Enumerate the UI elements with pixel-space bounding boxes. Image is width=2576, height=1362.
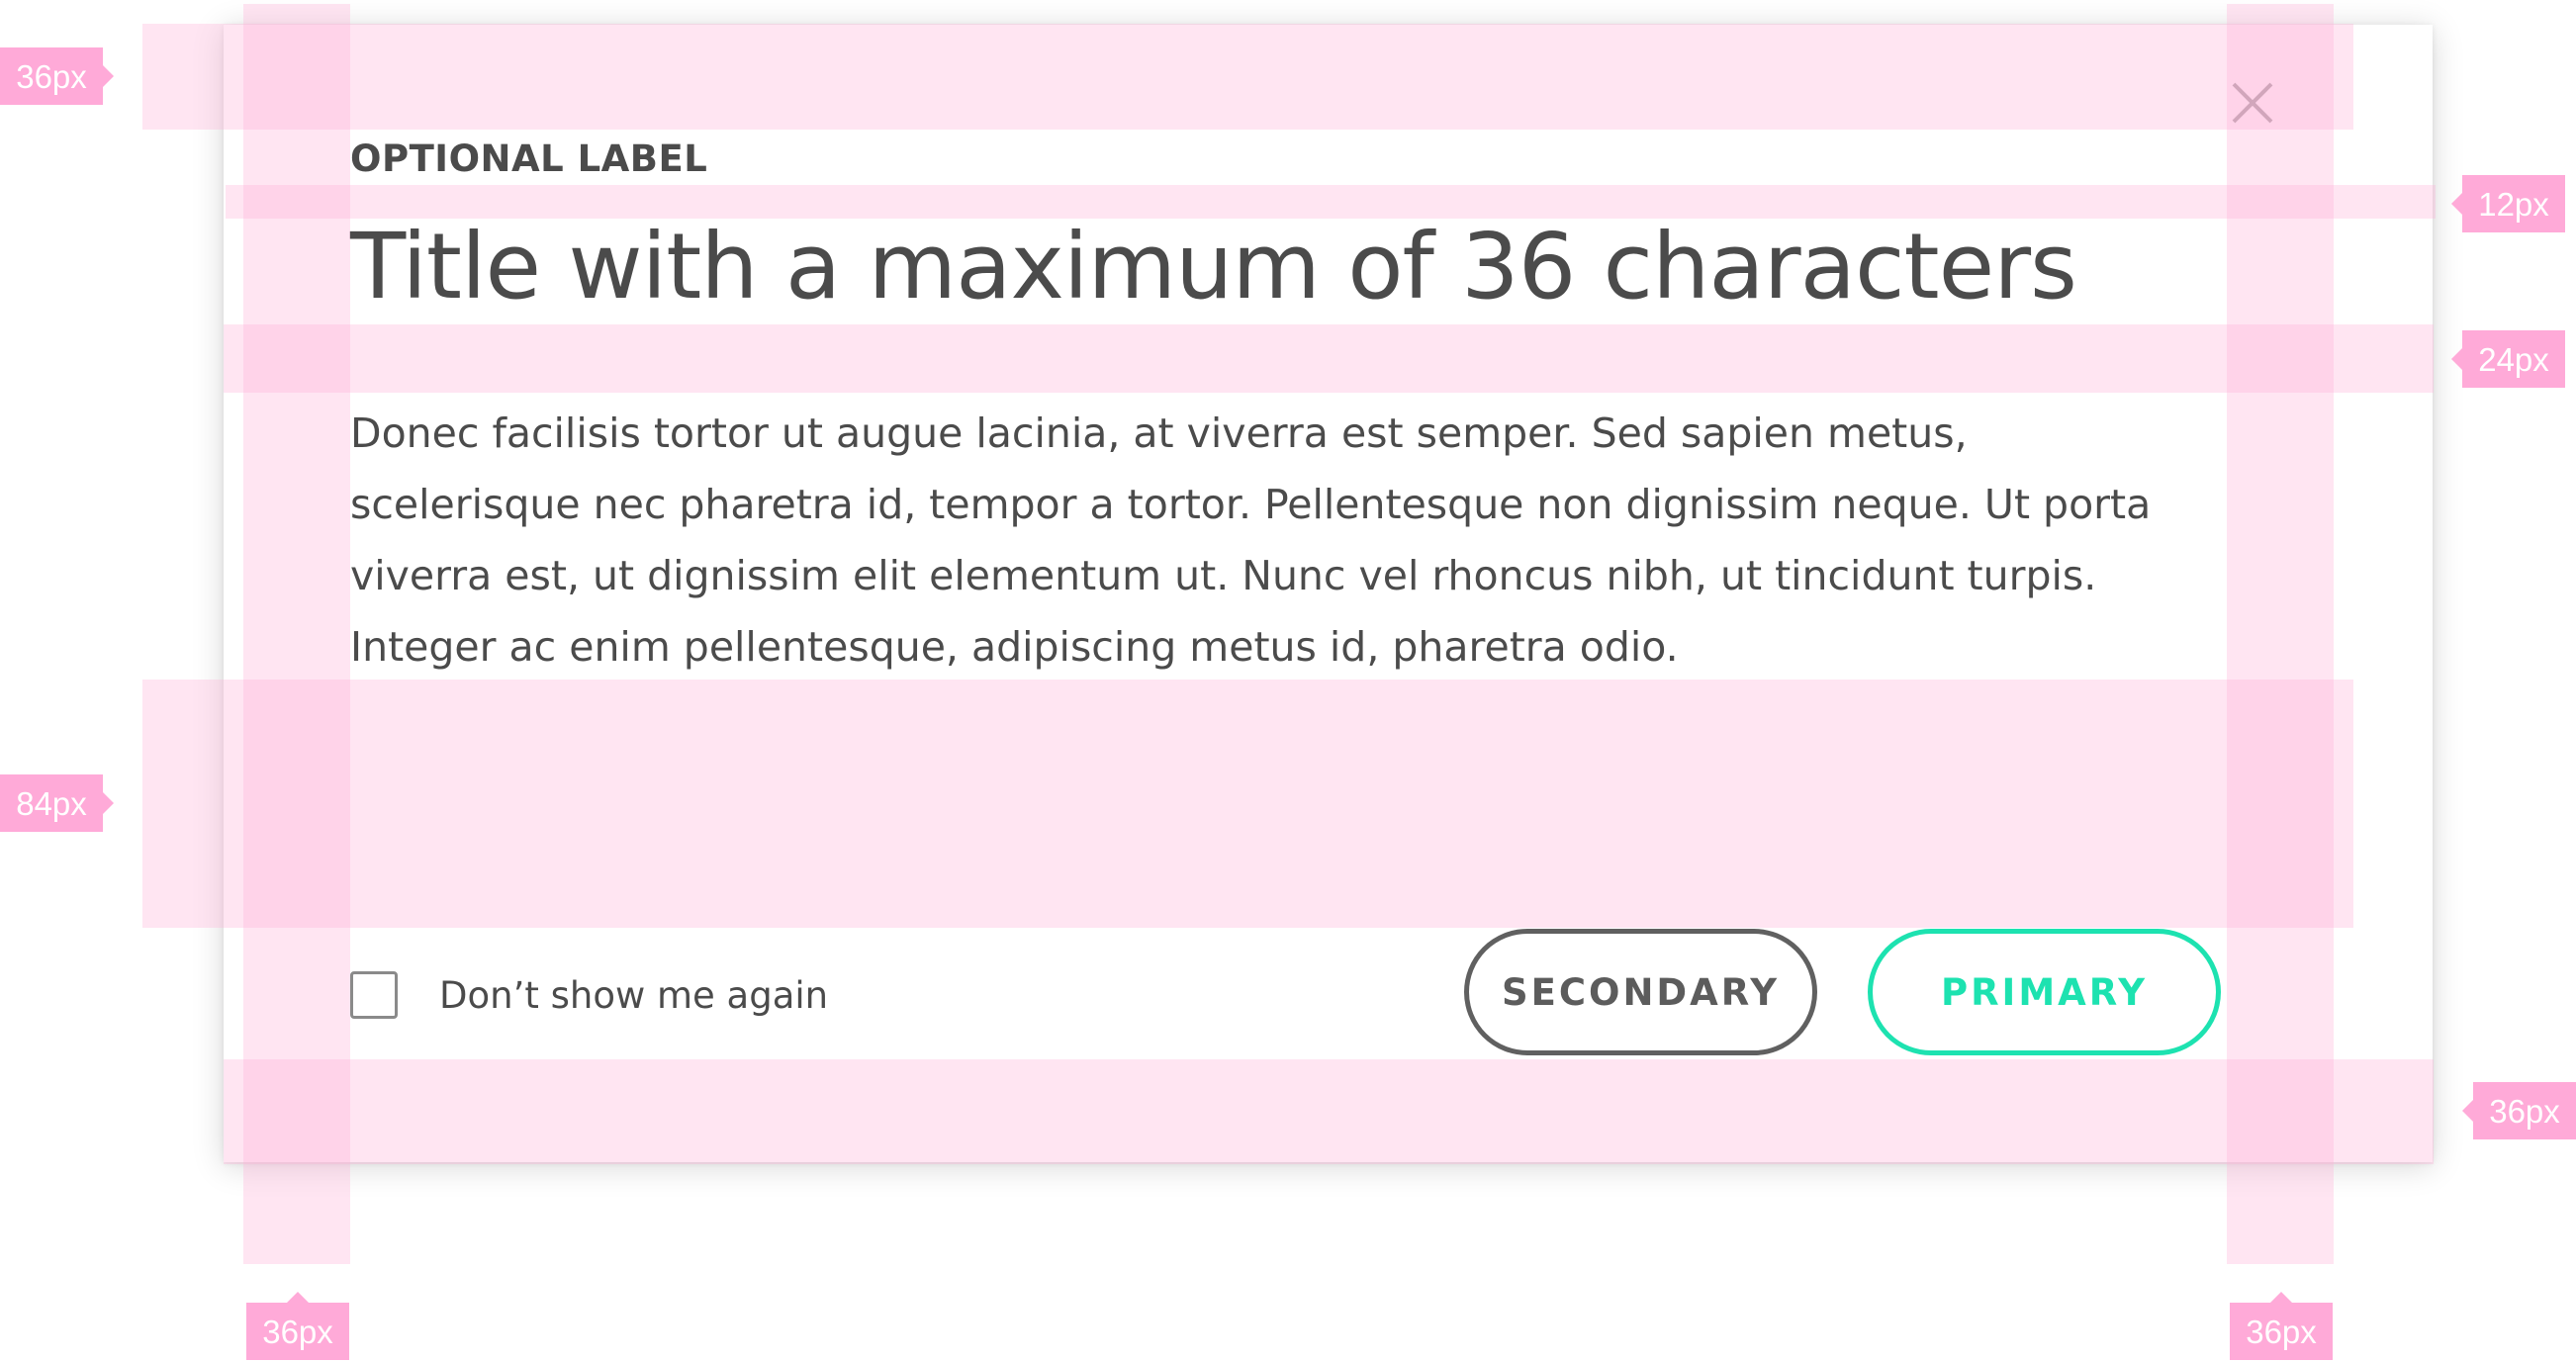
checkbox-label: Don’t show me again [439, 973, 829, 1017]
tag-body-footer-gap: 84px [0, 774, 114, 832]
optional-label: OPTIONAL LABEL [350, 137, 708, 180]
tag-bottom-padding: 36px [2462, 1082, 2576, 1139]
close-button[interactable] [2230, 80, 2275, 126]
dialog-title: Title with a maximum of 36 characters [350, 214, 2077, 319]
tag-label-title-gap: 12px [2451, 175, 2565, 232]
dont-show-again-checkbox[interactable] [350, 971, 398, 1019]
dont-show-again-row[interactable]: Don’t show me again [350, 967, 828, 1023]
primary-button[interactable]: PRIMARY [1868, 929, 2221, 1055]
dialog-body: Donec facilisis tortor ut augue lacinia,… [350, 409, 2152, 671]
secondary-button[interactable]: SECONDARY [1464, 929, 1817, 1055]
tag-top-padding: 36px [0, 47, 114, 105]
tag-title-body-gap: 24px [2451, 330, 2565, 388]
tag-left-padding: 36px [246, 1292, 349, 1360]
close-icon [2232, 82, 2273, 124]
tag-right-padding: 36px [2230, 1292, 2333, 1360]
